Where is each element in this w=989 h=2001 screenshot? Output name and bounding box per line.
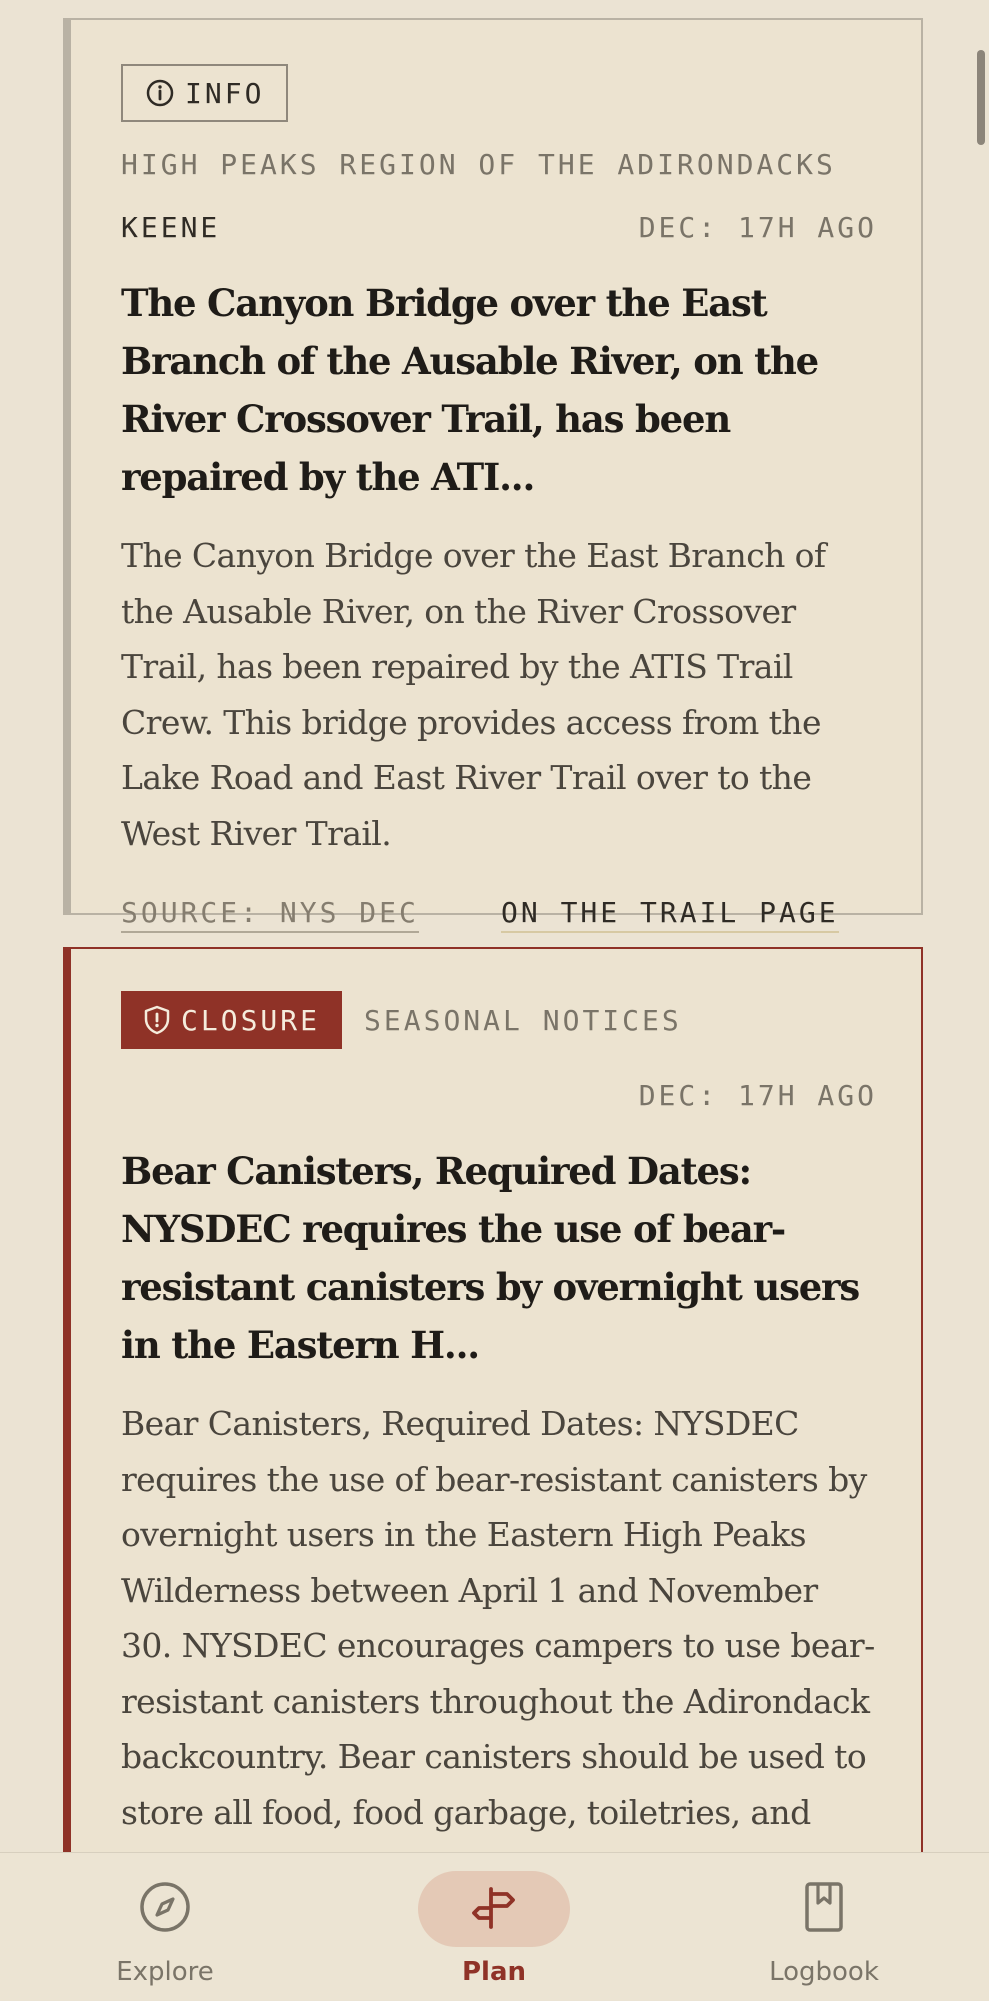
- trail-link-label: ON THE TRAIL PAGE: [501, 896, 839, 933]
- info-badge-label: INFO: [185, 76, 265, 110]
- alert-timestamp: DEC: 17H AGO: [638, 211, 877, 244]
- closure-badge-label: CLOSURE: [181, 1003, 321, 1037]
- alert-region: HIGH PEAKS REGION OF THE ADIRONDACKS: [121, 148, 836, 181]
- info-badge: INFO: [121, 64, 289, 122]
- tab-plan-icon-wrap: [418, 1871, 570, 1947]
- alert-timestamp: DEC: 17H AGO: [638, 1079, 877, 1112]
- tab-explore[interactable]: Explore: [65, 1853, 265, 2001]
- tab-logbook[interactable]: Logbook: [724, 1853, 924, 2001]
- shield-alert-icon: [143, 1005, 171, 1035]
- alert-headline: The Canyon Bridge over the East Branch o…: [121, 281, 819, 499]
- tab-logbook-label: Logbook: [769, 1957, 879, 1987]
- bottom-tab-bar: Explore Plan Logbook: [0, 1852, 989, 2000]
- alert-category: SEASONAL NOTICES: [364, 1003, 682, 1037]
- tab-explore-label: Explore: [116, 1957, 214, 1987]
- tab-explore-icon-wrap: [89, 1871, 241, 1947]
- alert-card-info[interactable]: INFO HIGH PEAKS REGION OF THE ADIRONDACK…: [63, 18, 923, 977]
- bookmark-book-icon: [796, 1879, 852, 1939]
- tab-plan-label: Plan: [461, 1957, 527, 1987]
- closure-badge: CLOSURE: [121, 991, 343, 1049]
- tab-logbook-icon-wrap: [748, 1871, 900, 1947]
- info-icon: [145, 78, 175, 108]
- compass-icon: [137, 1879, 193, 1939]
- alert-headline: Bear Canisters, Required Dates: NYSDEC r…: [121, 1149, 860, 1367]
- alert-meta: DEC: 17H AGO: [121, 1079, 877, 1112]
- alert-body: Bear Canisters, Required Dates: NYSDEC r…: [121, 1404, 875, 1852]
- source-link-label: SOURCE: NYS DEC: [121, 896, 419, 933]
- alert-meta: KEENE DEC: 17H AGO: [121, 211, 877, 244]
- signpost-icon: [466, 1879, 522, 1939]
- alert-location: KEENE: [121, 211, 221, 244]
- scrollbar[interactable]: [977, 50, 985, 145]
- alert-body: The Canyon Bridge over the East Branch o…: [121, 536, 826, 853]
- alert-card-closure[interactable]: CLOSURE SEASONAL NOTICES DEC: 17H AGO Be…: [63, 947, 923, 1852]
- alerts-feed[interactable]: INFO HIGH PEAKS REGION OF THE ADIRONDACK…: [0, 0, 989, 1852]
- tab-plan[interactable]: Plan: [394, 1853, 594, 2001]
